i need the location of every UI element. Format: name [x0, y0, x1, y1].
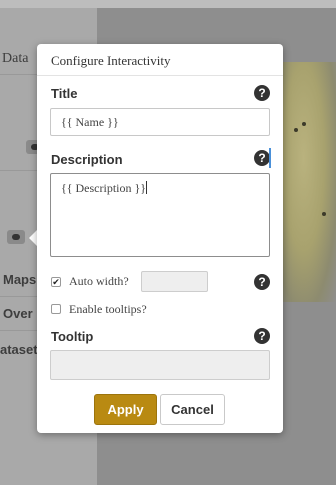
tooltip-input[interactable]	[50, 350, 270, 380]
help-icon[interactable]: ?	[254, 328, 270, 344]
cancel-button[interactable]: Cancel	[160, 394, 225, 425]
chat-icon	[7, 230, 25, 244]
enable-tooltips-label: Enable tooltips?	[69, 302, 147, 316]
description-label: Description	[51, 152, 123, 167]
title-input[interactable]: {{ Name }}	[50, 108, 270, 136]
dialog-header: Configure Interactivity	[37, 44, 283, 76]
auto-width-checkbox[interactable]: ✔	[51, 277, 61, 287]
help-icon[interactable]: ?	[254, 150, 270, 166]
focus-indicator	[269, 148, 271, 168]
auto-width-input[interactable]	[141, 271, 208, 292]
background-data-tab: Data	[2, 51, 29, 66]
enable-tooltips-checkbox[interactable]	[51, 304, 61, 314]
title-label: Title	[51, 86, 78, 101]
background-over-label: Over	[3, 306, 33, 321]
background-top-strip	[0, 0, 336, 8]
background-maps-label: Maps	[3, 272, 37, 287]
background-dataset-label: ataset	[0, 342, 38, 357]
help-icon[interactable]: ?	[254, 85, 270, 101]
configure-interactivity-dialog: Configure Interactivity Title ? {{ Name …	[37, 44, 283, 433]
background-map-layer	[282, 62, 336, 302]
auto-width-label: Auto width?	[69, 274, 129, 288]
dialog-title: Configure Interactivity	[51, 53, 171, 68]
text-caret	[146, 181, 148, 194]
apply-button[interactable]: Apply	[94, 394, 157, 425]
description-textarea[interactable]: {{ Description }}	[50, 173, 270, 257]
description-text: {{ Description }}	[61, 181, 147, 195]
tooltip-label: Tooltip	[51, 329, 94, 344]
help-icon[interactable]: ?	[254, 274, 270, 290]
